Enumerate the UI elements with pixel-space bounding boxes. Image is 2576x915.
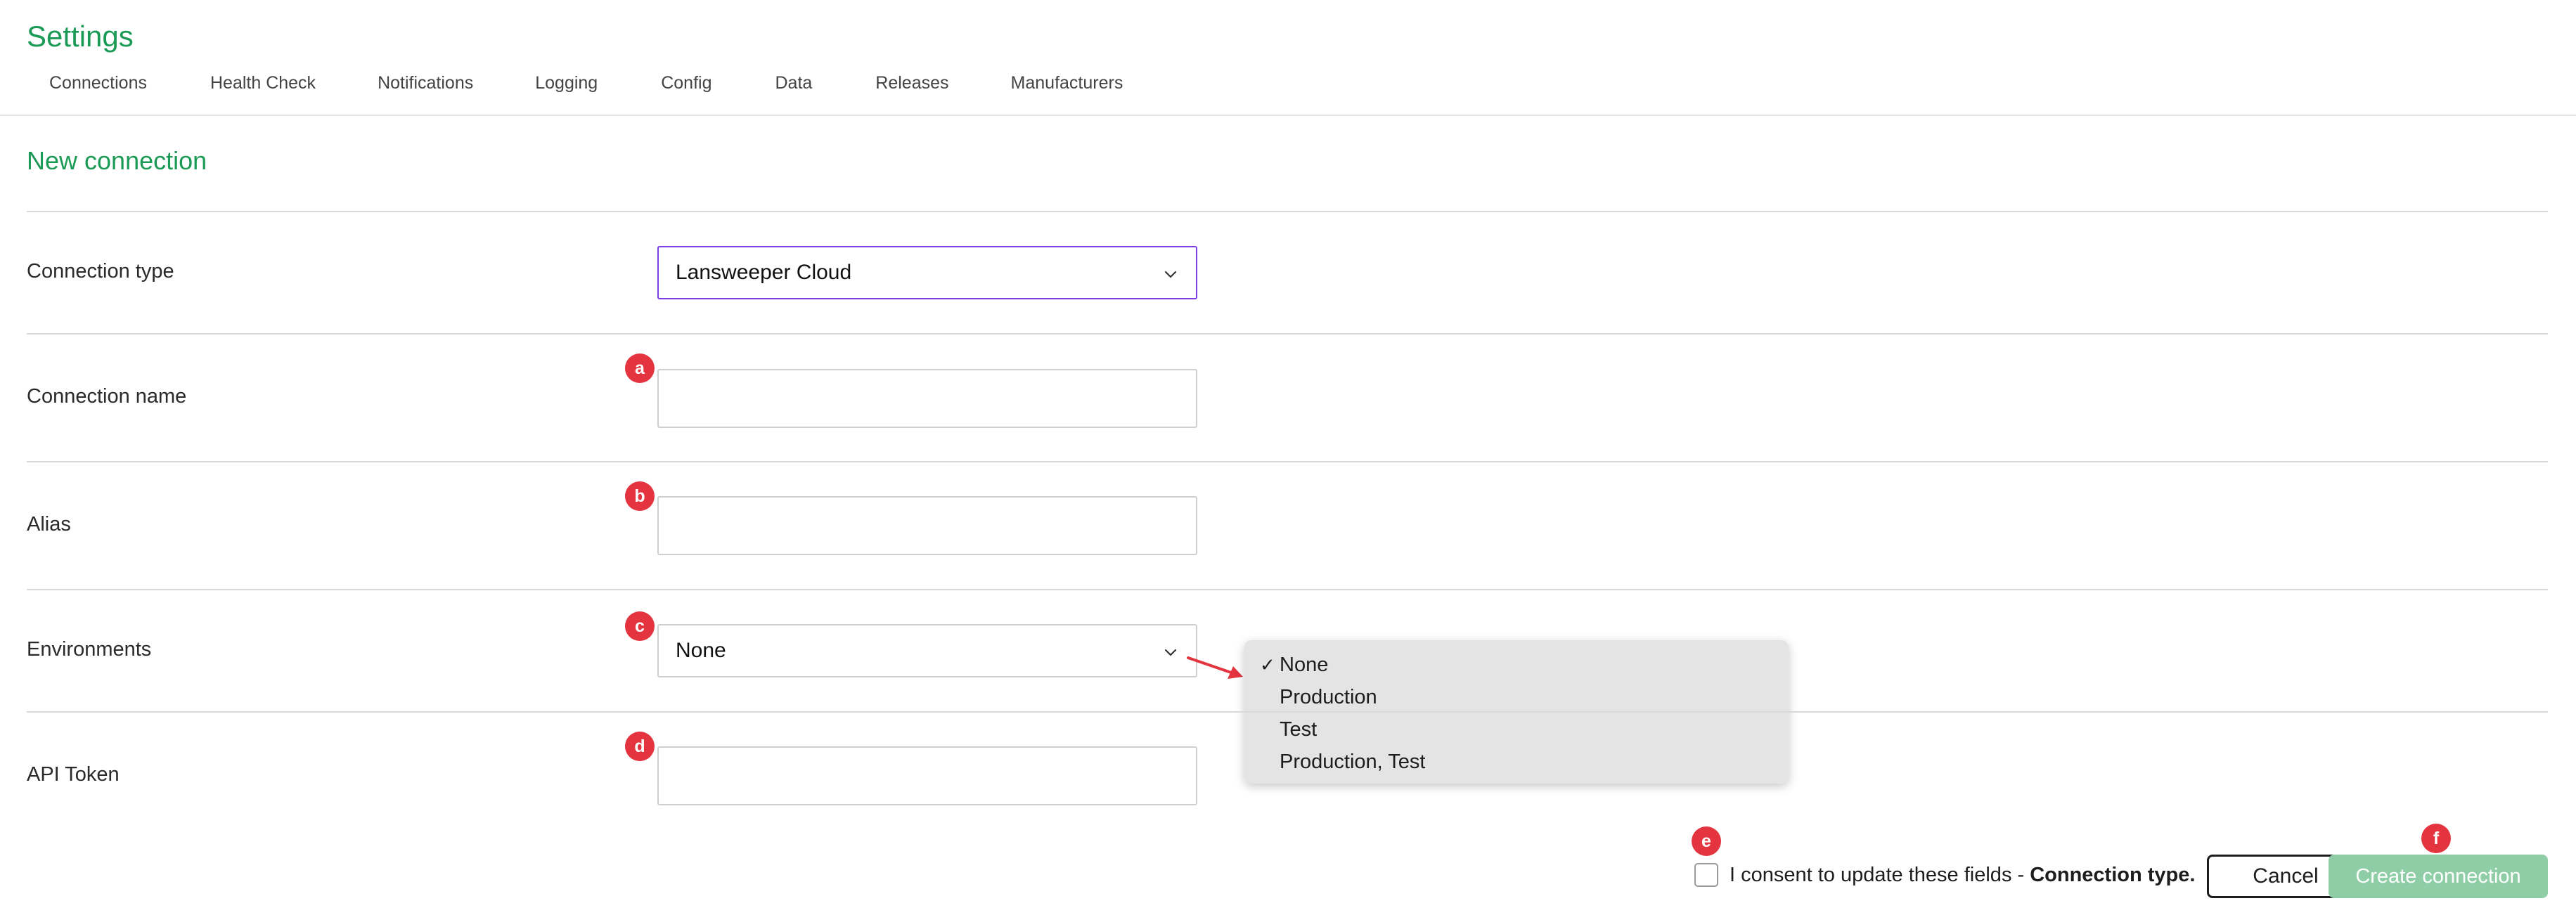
option-label: Production [1280, 686, 1377, 708]
consent-bold-text: Connection type. [2030, 863, 2196, 886]
environments-value: None [676, 639, 726, 662]
tab-manufacturers[interactable]: Manufacturers [1011, 73, 1123, 93]
connection-type-label: Connection type [27, 260, 174, 283]
api-token-input[interactable] [657, 746, 1197, 805]
dropdown-option-production[interactable]: Production [1244, 681, 1789, 713]
dropdown-option-test[interactable]: Test [1244, 713, 1789, 746]
dropdown-option-production-test[interactable]: Production, Test [1244, 746, 1789, 778]
annotation-badge-e: e [1692, 826, 1721, 856]
alias-label: Alias [27, 513, 71, 536]
annotation-badge-c: c [625, 611, 655, 641]
connection-type-select[interactable]: Lansweeper Cloud [657, 246, 1197, 299]
divider [27, 333, 2548, 335]
form-title: New connection [27, 146, 207, 175]
chevron-down-icon [1164, 649, 1177, 656]
divider [27, 461, 2548, 462]
check-icon: ✓ [1260, 654, 1275, 675]
tab-notifications[interactable]: Notifications [378, 73, 473, 93]
connection-name-label: Connection name [27, 385, 187, 408]
chevron-down-icon [1164, 271, 1177, 278]
environments-label: Environments [27, 638, 152, 661]
connection-type-value: Lansweeper Cloud [676, 261, 852, 284]
consent-checkbox[interactable] [1694, 863, 1718, 887]
divider [27, 711, 2548, 713]
tab-config[interactable]: Config [661, 73, 711, 93]
page-title: Settings [27, 20, 134, 53]
alias-input[interactable] [657, 496, 1197, 555]
tab-health-check[interactable]: Health Check [210, 73, 316, 93]
tab-data[interactable]: Data [775, 73, 812, 93]
annotation-badge-b: b [625, 481, 655, 511]
tab-bar-divider [0, 115, 2576, 116]
settings-tabs: Connections Health Check Notifications L… [49, 73, 1123, 93]
connection-name-input[interactable] [657, 369, 1197, 428]
api-token-label: API Token [27, 763, 120, 786]
option-label: Test [1280, 718, 1318, 741]
annotation-badge-a: a [625, 353, 655, 383]
tab-releases[interactable]: Releases [875, 73, 948, 93]
environments-select[interactable]: None [657, 624, 1197, 677]
option-label: None [1280, 654, 1329, 676]
dropdown-option-none[interactable]: ✓ None [1244, 649, 1789, 681]
option-label: Production, Test [1280, 751, 1426, 773]
annotation-badge-d: d [625, 732, 655, 761]
consent-row: I consent to update these fields - Conne… [1694, 863, 2195, 887]
arrow-icon [1187, 656, 1243, 679]
divider [27, 589, 2548, 590]
tab-connections[interactable]: Connections [49, 73, 147, 93]
create-connection-button[interactable]: Create connection [2329, 855, 2548, 898]
tab-logging[interactable]: Logging [535, 73, 598, 93]
divider [27, 211, 2548, 212]
consent-text: I consent to update these fields - Conne… [1730, 863, 2196, 886]
annotation-badge-f: f [2421, 824, 2451, 853]
